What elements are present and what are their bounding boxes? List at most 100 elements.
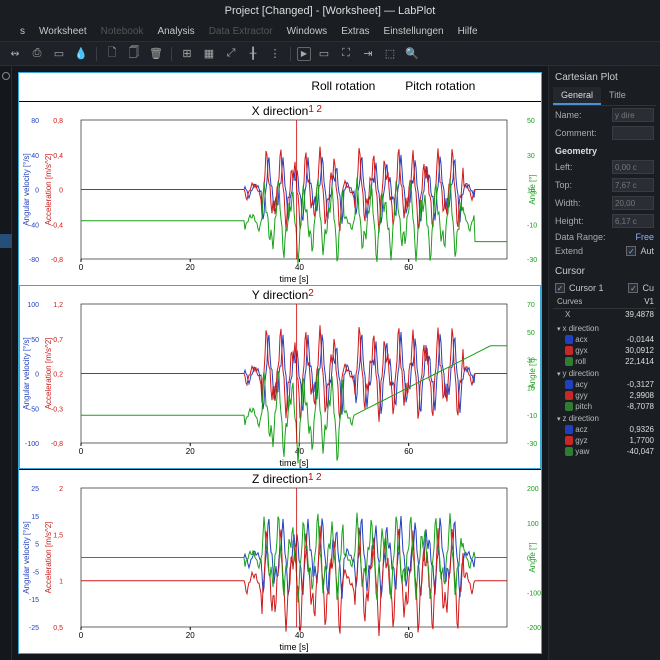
cursor2-label: Cu bbox=[642, 283, 654, 293]
menu-help[interactable]: Hilfe bbox=[458, 26, 478, 37]
cursor-row: gyz1,7700 bbox=[553, 435, 656, 446]
cursor-x-value: 39,4878 bbox=[616, 310, 656, 319]
svg-text:0: 0 bbox=[79, 263, 84, 272]
svg-text:Acceleration [m/s^2]: Acceleration [m/s^2] bbox=[44, 154, 53, 226]
svg-text:-30: -30 bbox=[527, 441, 537, 448]
svg-text:Angular velocity [°/s]: Angular velocity [°/s] bbox=[22, 337, 31, 410]
cursor-row: gyy2,9908 bbox=[553, 390, 656, 401]
duplicate-icon[interactable]: 🗍 bbox=[125, 45, 143, 63]
svg-text:100: 100 bbox=[527, 521, 539, 528]
svg-text:20: 20 bbox=[186, 631, 195, 640]
rect-icon[interactable]: ▭ bbox=[315, 45, 333, 63]
svg-text:0,5: 0,5 bbox=[53, 625, 63, 632]
menu-s[interactable]: s bbox=[20, 26, 25, 37]
play-icon[interactable]: ▶ bbox=[297, 47, 311, 61]
separator-icon bbox=[171, 47, 172, 61]
extend-checkbox[interactable]: ✓ bbox=[626, 246, 636, 256]
svg-text:1,2: 1,2 bbox=[53, 302, 63, 309]
cursor-group[interactable]: x direction bbox=[553, 322, 656, 334]
svg-text:10: 10 bbox=[527, 188, 535, 195]
tab-title[interactable]: Title bbox=[601, 87, 634, 105]
cursor-row: acz0,9326 bbox=[553, 424, 656, 435]
plot-title: Z direction12 bbox=[252, 472, 308, 486]
comment-label: Comment: bbox=[555, 128, 608, 138]
plot-z[interactable]: Z direction12 0204060time [s]Angular vel… bbox=[19, 469, 541, 653]
menu-extras[interactable]: Extras bbox=[341, 26, 369, 37]
tab-general[interactable]: General bbox=[553, 87, 601, 105]
width-label: Width: bbox=[555, 198, 608, 208]
left-field[interactable]: 0,00 c bbox=[612, 160, 654, 174]
svg-text:0: 0 bbox=[79, 631, 84, 640]
comment-field[interactable] bbox=[612, 126, 654, 140]
geometry-label: Geometry bbox=[553, 142, 656, 158]
menu-worksheet[interactable]: Worksheet bbox=[39, 26, 87, 37]
top-field[interactable]: 7,67 c bbox=[612, 178, 654, 192]
datarange-value[interactable]: Free bbox=[635, 232, 654, 242]
menu-windows[interactable]: Windows bbox=[287, 26, 328, 37]
close-icon[interactable] bbox=[2, 72, 10, 80]
height-field[interactable]: 6,17 c bbox=[612, 214, 654, 228]
resize-icon[interactable]: ⤢ bbox=[222, 45, 240, 63]
left-gutter bbox=[0, 66, 12, 660]
svg-text:2: 2 bbox=[59, 486, 63, 493]
width-field[interactable]: 20,00 bbox=[612, 196, 654, 210]
svg-text:40: 40 bbox=[295, 631, 304, 640]
svg-text:0,8: 0,8 bbox=[53, 118, 63, 125]
svg-text:-50: -50 bbox=[29, 406, 39, 413]
panel-title: Cartesian Plot bbox=[553, 70, 656, 87]
svg-text:Angular velocity [°/s]: Angular velocity [°/s] bbox=[22, 153, 31, 226]
save-icon[interactable]: ⎙ bbox=[28, 45, 46, 63]
svg-text:-0,8: -0,8 bbox=[51, 257, 63, 264]
svg-text:-30: -30 bbox=[527, 257, 537, 264]
svg-text:-5: -5 bbox=[33, 569, 39, 576]
svg-text:-0,8: -0,8 bbox=[51, 441, 63, 448]
add-panel-icon[interactable]: ⊞ bbox=[178, 45, 196, 63]
svg-text:10: 10 bbox=[527, 385, 535, 392]
pointer-icon[interactable]: ↭ bbox=[6, 45, 24, 63]
grid-icon[interactable]: ▦ bbox=[200, 45, 218, 63]
fit-icon[interactable]: ⛶ bbox=[337, 45, 355, 63]
svg-text:-40: -40 bbox=[29, 222, 39, 229]
project-selection[interactable] bbox=[0, 234, 12, 248]
svg-text:-15: -15 bbox=[29, 597, 39, 604]
goto-icon[interactable]: ⇥ bbox=[359, 45, 377, 63]
window-title: Project [Changed] - [Worksheet] — LabPlo… bbox=[225, 5, 436, 17]
svg-text:-100: -100 bbox=[25, 441, 39, 448]
pagefit-icon[interactable]: ⬚ bbox=[381, 45, 399, 63]
blank-icon[interactable]: ▭ bbox=[50, 45, 68, 63]
new-doc-icon[interactable]: 🗋 bbox=[103, 45, 121, 63]
menu-settings[interactable]: Einstellungen bbox=[384, 26, 444, 37]
cursor-table: x direction acx-0,0144 gyx30,0912 roll22… bbox=[553, 322, 656, 457]
svg-text:0: 0 bbox=[35, 188, 39, 195]
menu-analysis[interactable]: Analysis bbox=[157, 26, 194, 37]
zoom-icon[interactable]: 🔍 bbox=[403, 45, 421, 63]
svg-text:15: 15 bbox=[31, 514, 39, 521]
svg-text:50: 50 bbox=[527, 330, 535, 337]
panel-tabs: General Title bbox=[553, 87, 656, 106]
axes-icon[interactable]: ╂ bbox=[244, 45, 262, 63]
name-field[interactable]: y dire bbox=[612, 108, 654, 122]
cursor-row: gyx30,0912 bbox=[553, 345, 656, 356]
svg-text:0,2: 0,2 bbox=[53, 372, 63, 379]
cursor2-checkbox[interactable]: ✓ bbox=[628, 283, 638, 293]
delete-icon[interactable]: 🗑 bbox=[147, 45, 165, 63]
svg-text:-0,4: -0,4 bbox=[51, 222, 63, 229]
droplet-icon[interactable]: 💧 bbox=[72, 45, 90, 63]
cursor-group[interactable]: z direction bbox=[553, 412, 656, 424]
cursor1-checkbox[interactable]: ✓ bbox=[555, 283, 565, 293]
properties-panel: Cartesian Plot General Title Name:y dire… bbox=[548, 66, 660, 660]
plot-y[interactable]: Y direction2 0204060time [s]Angular velo… bbox=[19, 285, 541, 469]
datarange-label: Data Range: bbox=[555, 232, 631, 242]
worksheet[interactable]: Roll rotation Pitch rotation X direction… bbox=[18, 72, 542, 654]
svg-text:0: 0 bbox=[79, 447, 84, 456]
svg-text:Acceleration [m/s^2]: Acceleration [m/s^2] bbox=[44, 338, 53, 410]
left-label: Left: bbox=[555, 162, 608, 172]
cursor-group[interactable]: y direction bbox=[553, 367, 656, 379]
svg-text:-0,3: -0,3 bbox=[51, 406, 63, 413]
plot-x[interactable]: X direction12 0204060time [s]Angular vel… bbox=[19, 101, 541, 285]
svg-text:60: 60 bbox=[404, 447, 413, 456]
scatter-icon[interactable]: ⋮ bbox=[266, 45, 284, 63]
pitch-label: Pitch rotation bbox=[405, 79, 475, 93]
window-titlebar: Project [Changed] - [Worksheet] — LabPlo… bbox=[0, 0, 660, 22]
curves-header: Curves bbox=[553, 297, 616, 306]
